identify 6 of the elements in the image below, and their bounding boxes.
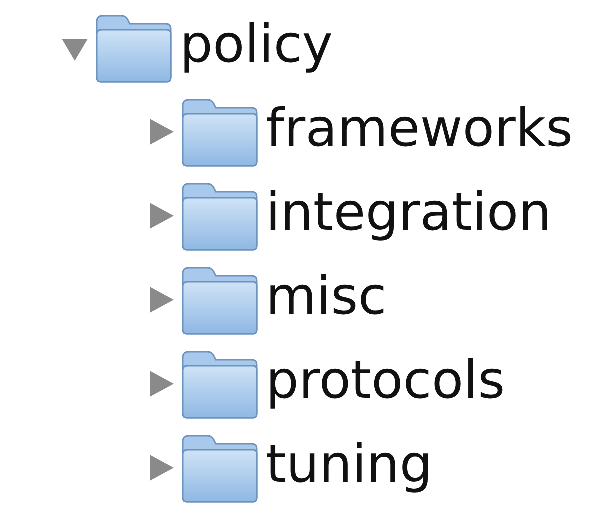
folder-name[interactable]: integration	[266, 187, 552, 245]
folder-name[interactable]: frameworks	[266, 103, 574, 161]
folder-name[interactable]: policy	[180, 19, 334, 77]
folder-name[interactable]: protocols	[266, 355, 506, 413]
folder-name[interactable]: tuning	[266, 439, 433, 497]
folder-name[interactable]: misc	[266, 271, 387, 329]
